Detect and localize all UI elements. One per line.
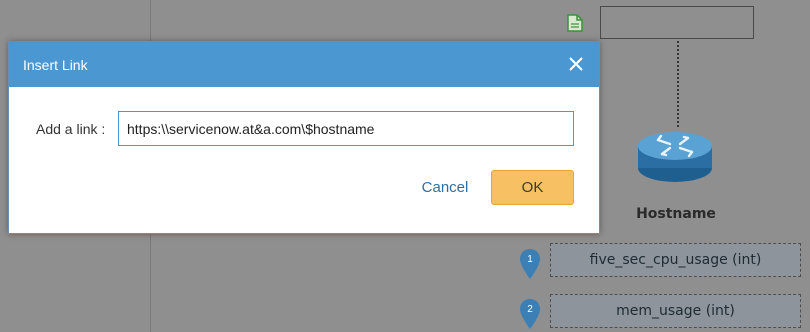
pin-badge: 2: [527, 304, 533, 315]
empty-text-box[interactable]: [600, 6, 754, 39]
router-icon[interactable]: [636, 128, 714, 184]
node-hostname-label: Hostname: [636, 206, 716, 222]
link-field-label: Add a link :: [36, 121, 106, 137]
cancel-button[interactable]: Cancel: [413, 175, 477, 199]
close-button[interactable]: [565, 53, 587, 75]
dialog-body: Add a link : Cancel OK: [9, 87, 599, 233]
ok-button[interactable]: OK: [491, 170, 574, 205]
metric-label: five_sec_cpu_usage (int): [589, 252, 762, 268]
insert-link-dialog: Insert Link Add a link : Cancel OK: [8, 41, 600, 234]
document-icon[interactable]: [567, 14, 583, 32]
close-icon: [569, 57, 583, 71]
metric-label: mem_usage (int): [616, 303, 735, 319]
dialog-header: Insert Link: [9, 42, 599, 87]
link-input[interactable]: [118, 111, 574, 146]
pin-badge: 1: [527, 254, 533, 265]
map-pin-icon[interactable]: 1: [519, 248, 541, 280]
connector-line: [677, 41, 679, 127]
metric-box[interactable]: mem_usage (int): [550, 294, 801, 328]
map-pin-icon[interactable]: 2: [519, 298, 541, 330]
dialog-title: Insert Link: [23, 56, 88, 73]
metric-box[interactable]: five_sec_cpu_usage (int): [550, 243, 801, 277]
